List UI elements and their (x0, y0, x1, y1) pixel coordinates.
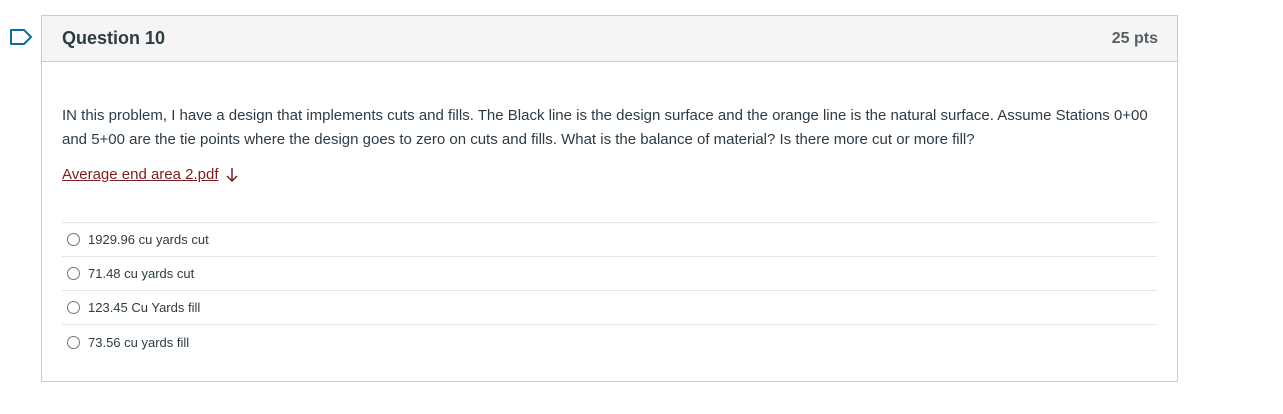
download-arrow-icon (225, 167, 238, 182)
answer-label: 71.48 cu yards cut (88, 266, 195, 281)
answer-label: 73.56 cu yards fill (88, 334, 190, 350)
question-header: Question 10 25 pts (42, 16, 1177, 62)
radio-button[interactable] (67, 233, 80, 246)
radio-button[interactable] (67, 267, 80, 280)
question-title: Question 10 (62, 28, 166, 48)
question-text: IN this problem, I have a design that im… (62, 107, 1148, 148)
answer-label: 1929.96 cu yards cut (88, 232, 209, 247)
answer-option-2[interactable]: 71.48 cu yards cut (62, 257, 1157, 291)
question-body: IN this problem, I have a design that im… (42, 62, 1177, 359)
answer-list: 1929.96 cu yards cut 71.48 cu yards cut … (62, 222, 1157, 359)
radio-button[interactable] (67, 335, 80, 349)
flag-question-icon[interactable] (9, 28, 33, 46)
question-points: 25 pts (1111, 29, 1158, 47)
answer-option-1[interactable]: 1929.96 cu yards cut (62, 223, 1157, 257)
answer-option-3[interactable]: 123.45 Cu Yards fill (62, 291, 1157, 325)
attachment-label: Average end area 2.pdf (62, 166, 219, 183)
answer-label: 123.45 Cu Yards fill (88, 300, 201, 315)
radio-button[interactable] (67, 301, 80, 314)
answer-option-4[interactable]: 73.56 cu yards fill (62, 325, 1157, 359)
attachment-link[interactable]: Average end area 2.pdf (62, 166, 239, 183)
question-card: Question 10 25 pts IN this problem, I ha… (41, 15, 1178, 382)
